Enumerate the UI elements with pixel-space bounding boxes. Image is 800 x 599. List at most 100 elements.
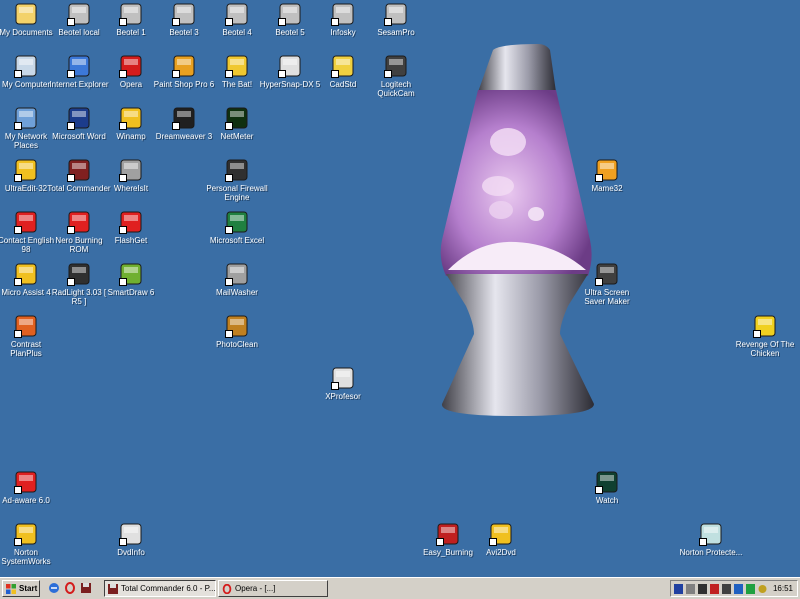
window-title: Opera - [...] [235, 584, 276, 593]
clock[interactable]: 16:51 [773, 584, 793, 593]
desktop-icon[interactable]: Ultra Screen Saver Maker [575, 262, 639, 306]
desktop-icon[interactable]: Logitech QuickCam [364, 54, 428, 98]
desktop-icon[interactable]: SmartDraw 6 [99, 262, 163, 297]
desktop-icon-label: MailWasher [216, 288, 258, 297]
desktop[interactable]: My Documents Beotel local Beotel 1 Beotel 3… [0, 0, 800, 577]
winamp-icon [119, 106, 143, 130]
desktop-icon[interactable]: NetMeter [205, 106, 269, 141]
total-commander-icon[interactable] [80, 582, 92, 594]
shortcut-arrow-icon [595, 486, 603, 494]
desktop-icon-label: PhotoClean [216, 340, 258, 349]
network-computer-icon [278, 2, 302, 26]
tray-icon-6[interactable] [734, 583, 743, 594]
start-label: Start [19, 584, 38, 593]
flashget-icon [119, 210, 143, 234]
desktop-icon-label: Personal Firewall Engine [206, 184, 268, 202]
desktop-icon[interactable]: Norton SystemWorks [0, 522, 58, 566]
shortcut-arrow-icon [172, 70, 180, 78]
desktop-icon[interactable]: PhotoClean [205, 314, 269, 349]
taskbar: Start Total Commander 6.0 - P... Opera -… [0, 577, 800, 599]
opera-icon [222, 583, 232, 594]
microsoft-excel-icon [225, 210, 249, 234]
shortcut-arrow-icon [119, 538, 127, 546]
desktop-icon[interactable]: MailWasher [205, 262, 269, 297]
desktop-icon[interactable]: WhereIsIt [99, 158, 163, 193]
shortcut-arrow-icon [119, 226, 127, 234]
internet-explorer-icon[interactable] [48, 582, 60, 594]
shortcut-arrow-icon [595, 278, 603, 286]
shortcut-arrow-icon [67, 18, 75, 26]
opera-icon[interactable] [64, 582, 76, 594]
desktop-icon[interactable]: Mame32 [575, 158, 639, 193]
hypersnap-icon [278, 54, 302, 78]
folder-documents-icon [14, 2, 38, 26]
desktop-icon[interactable]: SesamPro [364, 2, 428, 37]
shortcut-arrow-icon [119, 174, 127, 182]
shortcut-arrow-icon [119, 122, 127, 130]
desktop-icon[interactable]: Personal Firewall Engine [205, 158, 269, 202]
desktop-icon-label: Norton Protecte... [679, 548, 743, 557]
dvdinfo-icon [119, 522, 143, 546]
start-button[interactable]: Start [2, 580, 40, 597]
application-window-icon [331, 366, 355, 390]
shortcut-arrow-icon [14, 174, 22, 182]
ad-aware-icon [14, 470, 38, 494]
desktop-icon-label: Contrast PlanPlus [10, 340, 42, 358]
dreamweaver-icon [172, 106, 196, 130]
tray-icon-8[interactable] [758, 584, 767, 594]
network-computer-icon [119, 2, 143, 26]
film-icon [67, 262, 91, 286]
desktop-icon[interactable]: Watch [575, 470, 639, 505]
tray-icon-4[interactable] [710, 583, 719, 594]
webcam-icon [384, 54, 408, 78]
desktop-icon[interactable]: Contrast PlanPlus [0, 314, 58, 358]
shortcut-arrow-icon [67, 174, 75, 182]
lava-lamp-wallpaper [440, 44, 594, 416]
desktop-icon-label: NetMeter [220, 132, 254, 141]
desktop-icon-label: Logitech QuickCam [377, 80, 415, 98]
tray-icon-5[interactable] [722, 583, 731, 594]
shortcut-arrow-icon [225, 226, 233, 234]
taskbar-window-total-commander[interactable]: Total Commander 6.0 - P... [104, 580, 216, 597]
desktop-icon[interactable]: Avi2Dvd [469, 522, 533, 557]
shortcut-arrow-icon [225, 278, 233, 286]
desktop-icon-label: SesamPro [377, 28, 415, 37]
tray-icon-2[interactable] [686, 583, 695, 594]
shortcut-arrow-icon [14, 330, 22, 338]
shortcut-arrow-icon [172, 18, 180, 26]
tray-icon-3[interactable] [698, 583, 707, 594]
the-bat-icon [225, 54, 249, 78]
shortcut-arrow-icon [225, 18, 233, 26]
shortcut-arrow-icon [225, 70, 233, 78]
shortcut-arrow-icon [489, 538, 497, 546]
desktop-icon[interactable]: DvdInfo [99, 522, 163, 557]
chicken-icon [753, 314, 777, 338]
desktop-icon-label: SmartDraw 6 [107, 288, 155, 297]
desktop-icon-label: Revenge Of The Chicken [735, 340, 795, 358]
shortcut-arrow-icon [119, 70, 127, 78]
shortcut-arrow-icon [225, 174, 233, 182]
desktop-icon[interactable]: Norton Protecte... [679, 522, 743, 557]
desktop-icon[interactable]: Ad-aware 6.0 [0, 470, 58, 505]
shortcut-arrow-icon [172, 122, 180, 130]
shortcut-arrow-icon [67, 278, 75, 286]
tray-icon-7[interactable] [746, 583, 755, 594]
network-computer-icon [67, 2, 91, 26]
desktop-icon[interactable]: Revenge Of The Chicken [733, 314, 797, 358]
desktop-icon[interactable]: XProfesor [311, 366, 375, 401]
taskbar-window-opera[interactable]: Opera - [...] [218, 580, 328, 597]
shortcut-arrow-icon [14, 226, 22, 234]
network-computer-icon [225, 2, 249, 26]
shortcut-arrow-icon [14, 278, 22, 286]
tray-icon-1[interactable] [674, 583, 683, 594]
shortcut-arrow-icon [331, 382, 339, 390]
desktop-icon[interactable]: Microsoft Excel [205, 210, 269, 245]
desktop-icon[interactable]: FlashGet [99, 210, 163, 245]
shortcut-arrow-icon [384, 70, 392, 78]
shortcut-arrow-icon [595, 174, 603, 182]
window-title: Total Commander 6.0 - P... [121, 584, 216, 593]
desktop-icon-label: Norton SystemWorks [1, 548, 51, 566]
shortcut-arrow-icon [14, 538, 22, 546]
shortcut-arrow-icon [67, 70, 75, 78]
my-computer-icon [14, 54, 38, 78]
